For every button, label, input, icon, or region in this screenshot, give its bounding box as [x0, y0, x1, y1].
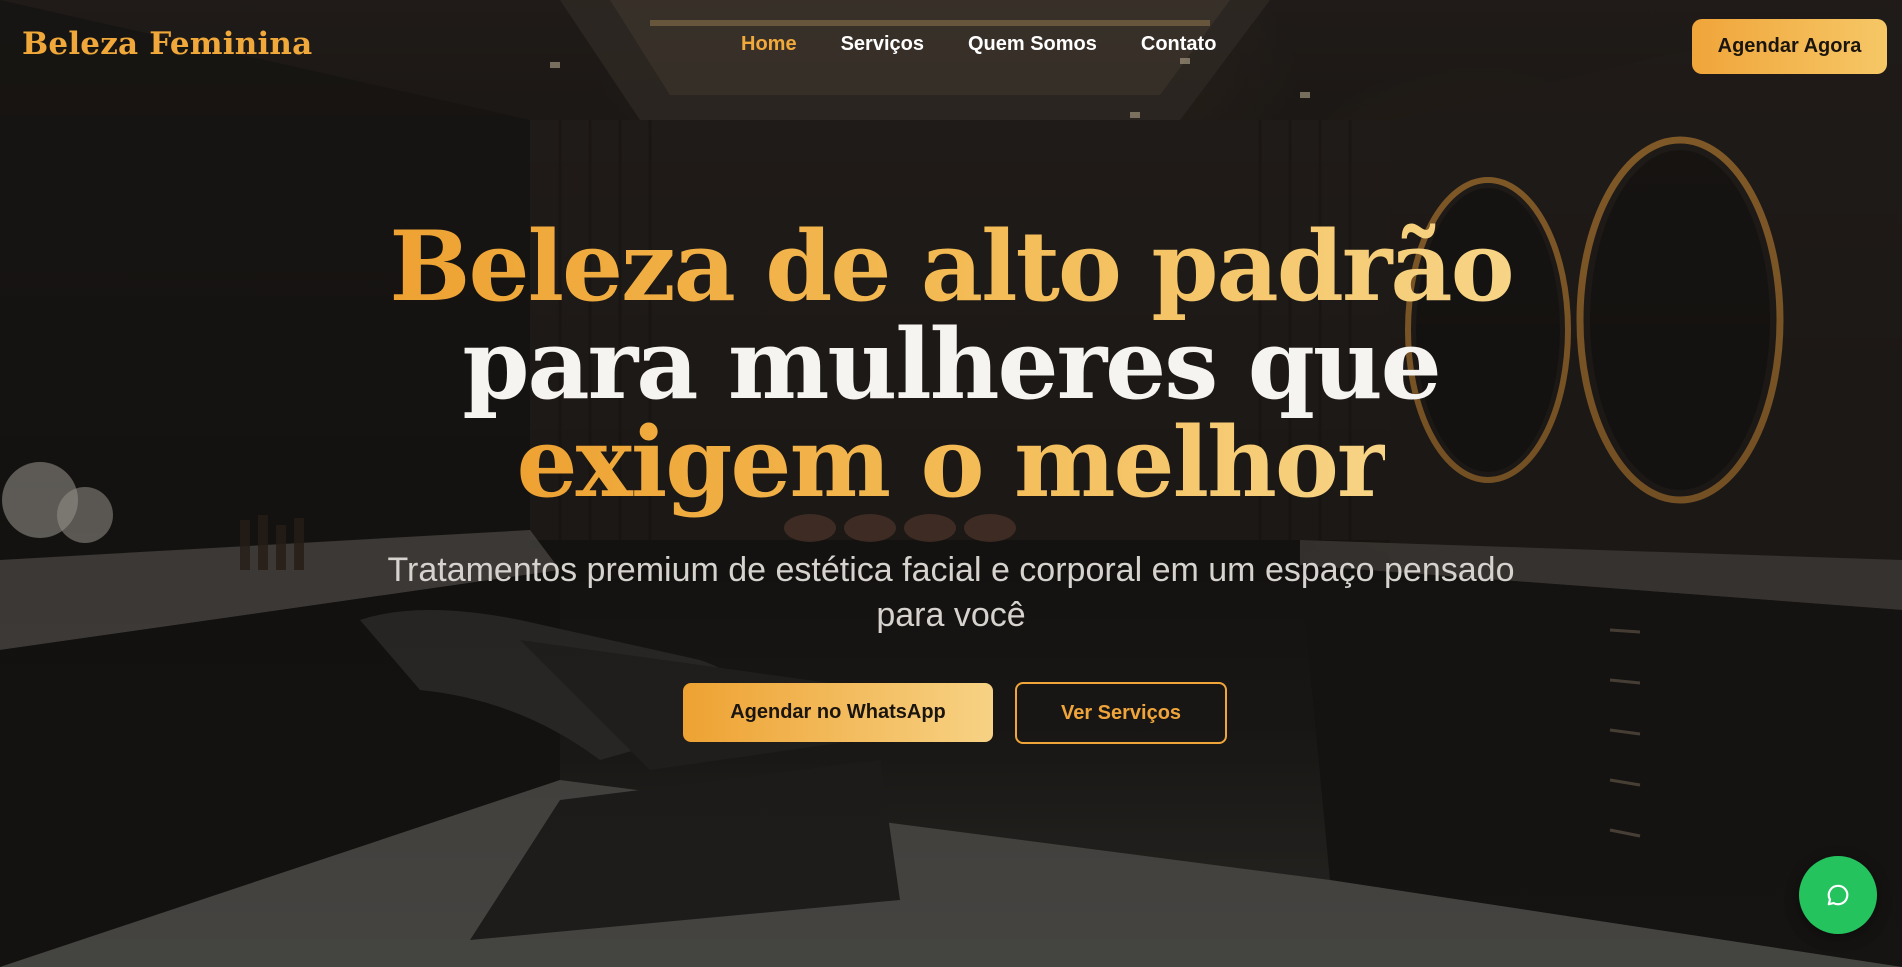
hero-headline: Beleza de alto padrão para mulheres que …: [0, 218, 1902, 512]
hero-section: Beleza Feminina Home Serviços Quem Somos…: [0, 0, 1902, 967]
agendar-whatsapp-button[interactable]: Agendar no WhatsApp: [683, 683, 993, 742]
headline-line-2: para mulheres que: [462, 308, 1441, 421]
nav-link-home[interactable]: Home: [741, 33, 797, 56]
nav-link-quem-somos[interactable]: Quem Somos: [968, 33, 1097, 56]
main-nav: Home Serviços Quem Somos Contato: [741, 33, 1216, 56]
hero-subtitle: Tratamentos premium de estética facial e…: [387, 551, 1515, 634]
nav-link-servicos[interactable]: Serviços: [841, 33, 924, 56]
brand-logo[interactable]: Beleza Feminina: [22, 26, 312, 62]
agendar-agora-button[interactable]: Agendar Agora: [1692, 19, 1887, 74]
ver-servicos-button[interactable]: Ver Serviços: [1015, 682, 1227, 744]
nav-link-contato[interactable]: Contato: [1141, 33, 1217, 56]
whatsapp-chat-button[interactable]: [1799, 856, 1877, 934]
chat-bubble-icon: [1827, 884, 1849, 906]
headline-line-1: Beleza de alto padrão: [389, 210, 1514, 323]
headline-line-3: exigem o melhor: [516, 406, 1388, 519]
